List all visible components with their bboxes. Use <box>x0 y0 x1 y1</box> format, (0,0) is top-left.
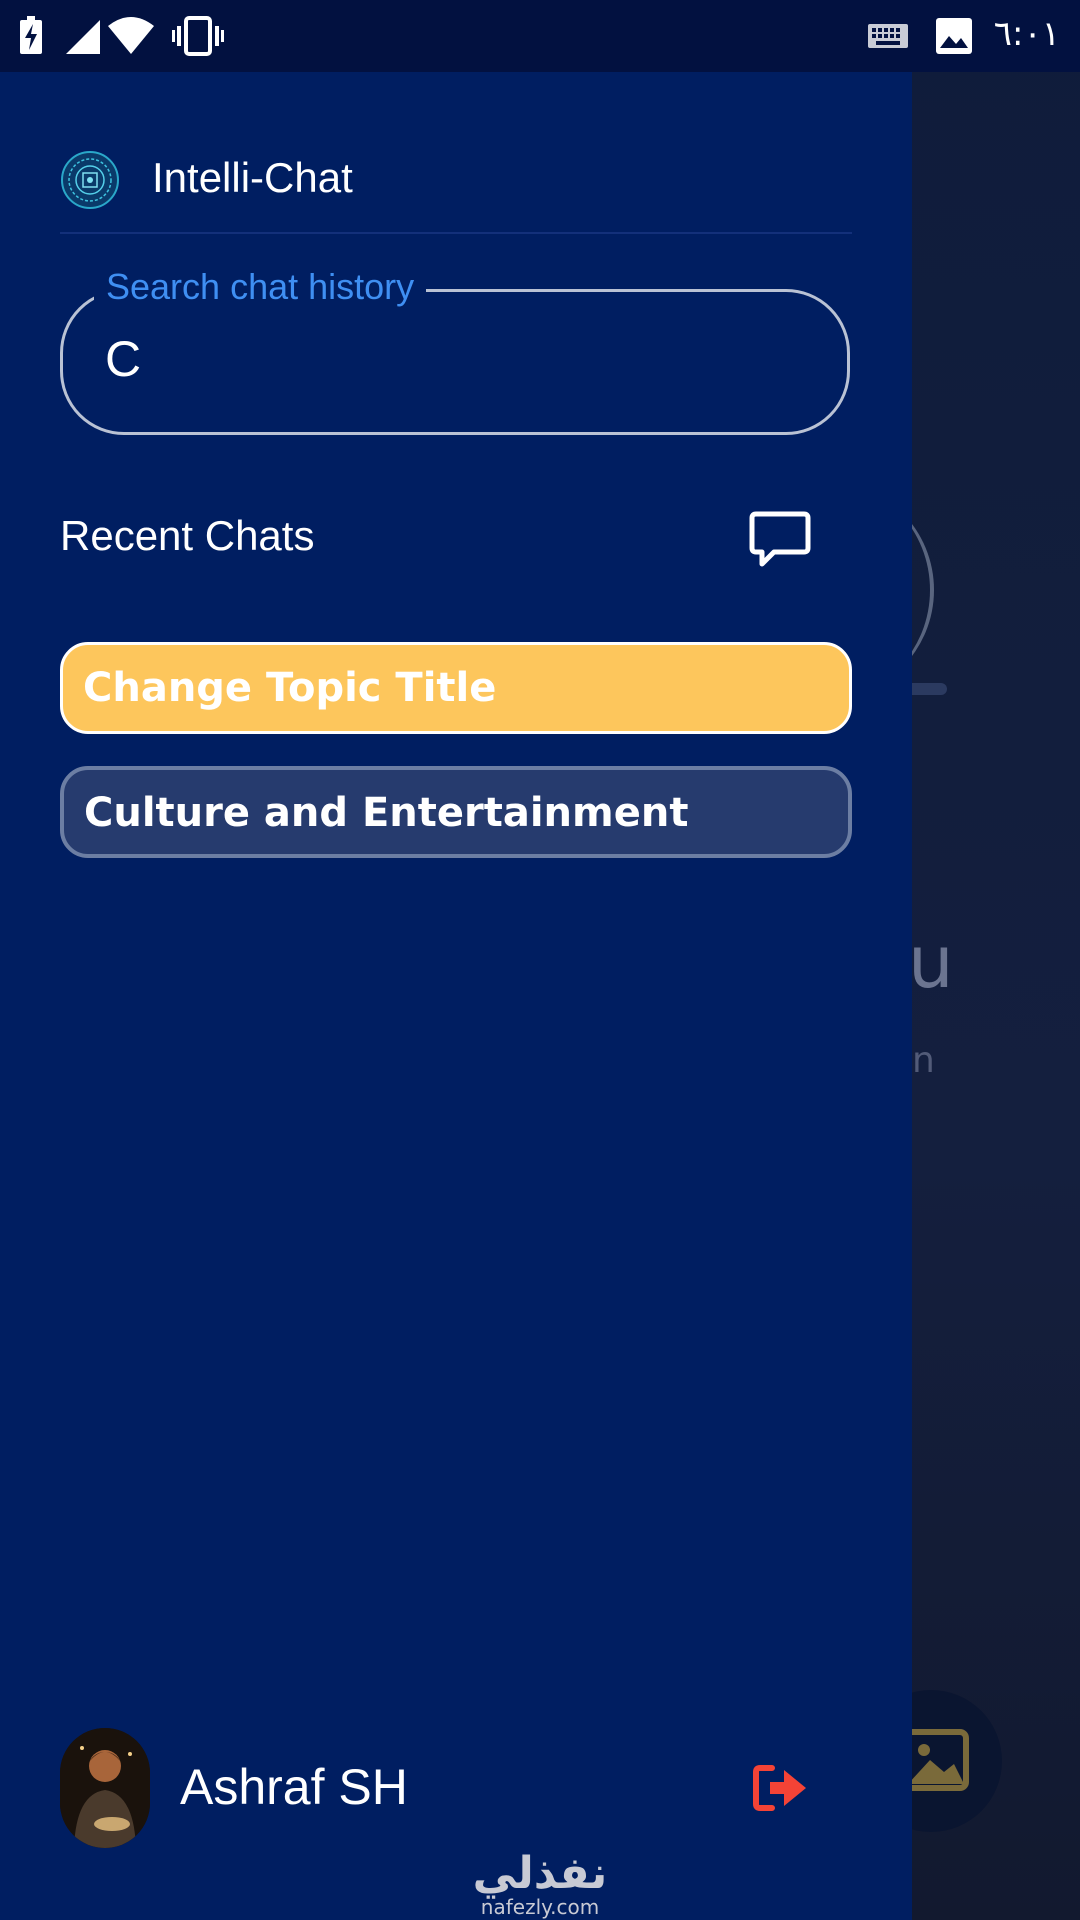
header-divider <box>60 232 852 234</box>
cell-signal-icon <box>66 20 100 54</box>
avatar[interactable] <box>60 1728 150 1848</box>
chat-item-culture-and-entertainment[interactable]: Culture and Entertainment <box>60 766 852 858</box>
status-time: ٦:٠١ <box>993 14 1060 54</box>
logout-icon[interactable] <box>750 1762 810 1814</box>
watermark: نفذلي nafezly.com <box>460 1848 620 1919</box>
keyboard-icon <box>868 24 908 48</box>
watermark-url: nafezly.com <box>480 1895 600 1919</box>
chat-item-change-topic-title[interactable]: Change Topic Title <box>60 642 852 734</box>
search-input[interactable] <box>60 289 850 435</box>
battery-charging-icon <box>20 16 42 54</box>
status-bar: ٦:٠١ <box>0 0 1080 72</box>
background-title-fragment: u <box>908 920 954 1004</box>
search-label: Search chat history <box>94 266 427 308</box>
app-logo-icon <box>61 151 119 209</box>
user-profile-row: Ashraf SH <box>60 1728 860 1848</box>
new-chat-icon[interactable] <box>748 508 812 572</box>
avatar-photo <box>60 1728 150 1848</box>
drawer-header: Intelli-Chat <box>60 150 860 214</box>
vibrate-icon <box>172 16 224 56</box>
navigation-drawer: Intelli-Chat Search chat history C Recen… <box>0 72 912 1920</box>
wifi-icon <box>108 17 154 54</box>
app-title: Intelli-Chat <box>152 154 353 201</box>
search-input-value[interactable]: C <box>105 330 141 388</box>
watermark-arabic: نفذلي <box>472 1848 608 1899</box>
image-icon <box>936 18 972 54</box>
recent-chats-title: Recent Chats <box>60 512 315 559</box>
user-name: Ashraf SH <box>180 1759 408 1815</box>
background-subtitle-fragment: n <box>912 1040 935 1081</box>
